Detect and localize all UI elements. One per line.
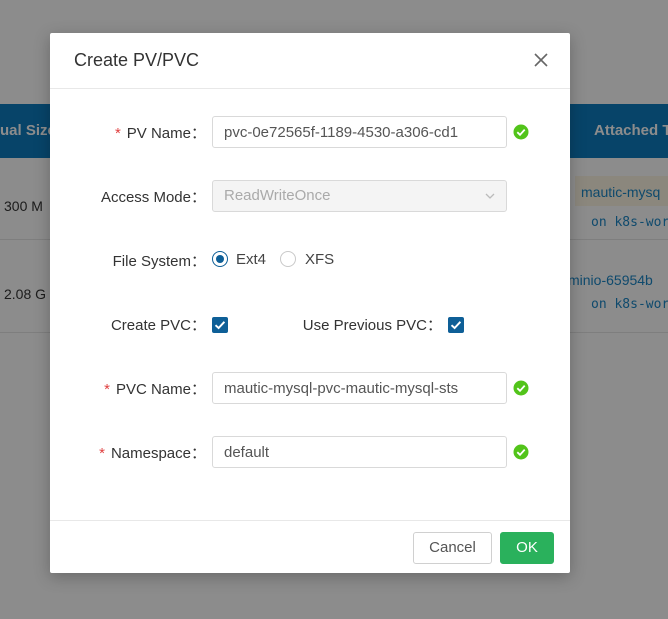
create-pvc-checkbox[interactable]	[212, 317, 228, 333]
namespace-label: * Namespace：	[99, 445, 206, 462]
access-mode-label: Access Mode：	[100, 189, 206, 206]
cancel-button[interactable]: Cancel	[413, 532, 492, 564]
check-circle-icon	[513, 124, 529, 140]
radio-ext4[interactable]	[212, 251, 228, 267]
access-mode-value: ReadWriteOnce	[224, 187, 331, 204]
checkmark-icon	[214, 321, 226, 330]
use-previous-pvc-checkbox[interactable]	[448, 317, 464, 333]
create-pv-pvc-dialog: Create PV/PVC *PV Name： Access Mode： Rea…	[50, 33, 570, 573]
create-pvc-label: Create PVC：	[110, 317, 206, 334]
required-mark: *	[114, 125, 121, 142]
check-circle-icon	[513, 380, 529, 396]
ok-button[interactable]: OK	[500, 532, 554, 564]
chevron-down-icon	[485, 193, 495, 199]
checkmark-icon	[450, 321, 462, 330]
close-icon[interactable]	[530, 49, 552, 71]
radio-ext4-label[interactable]: Ext4	[236, 251, 266, 268]
dialog-footer: Cancel OK	[50, 520, 570, 573]
required-mark: *	[104, 381, 110, 398]
dialog-title: Create PV/PVC	[74, 50, 200, 70]
radio-xfs[interactable]	[280, 251, 296, 267]
required-mark: *	[99, 445, 105, 462]
access-mode-select[interactable]: ReadWriteOnce	[212, 180, 507, 212]
namespace-input[interactable]	[212, 436, 507, 468]
use-previous-pvc-label: Use Previous PVC：	[302, 317, 442, 334]
radio-xfs-label[interactable]: XFS	[305, 251, 334, 268]
dialog-header: Create PV/PVC	[50, 33, 570, 89]
pv-name-label: * PV Name：	[114, 125, 206, 142]
pvc-name-input[interactable]	[212, 372, 507, 404]
pvc-name-label: * PVC Name：	[104, 381, 206, 398]
pv-name-input[interactable]	[212, 116, 507, 148]
check-circle-icon	[513, 444, 529, 460]
file-system-label: File System：	[112, 253, 206, 270]
